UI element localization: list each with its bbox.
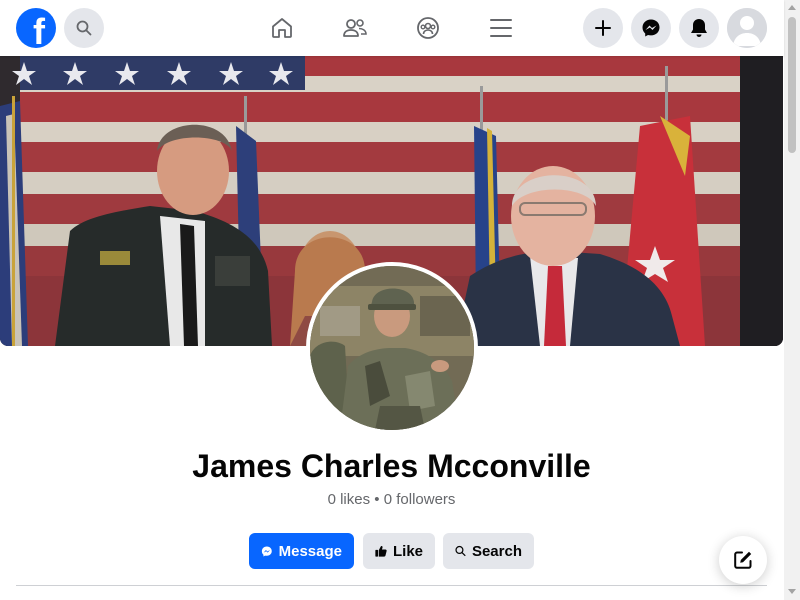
like-button[interactable]: Like — [363, 533, 435, 569]
friends-icon — [343, 19, 367, 37]
search-button-label: Search — [471, 542, 522, 560]
nav-friends[interactable] — [337, 10, 373, 46]
message-button-label: Message — [278, 542, 342, 560]
create-button[interactable] — [583, 8, 623, 48]
search-icon — [455, 545, 466, 557]
message-button[interactable]: Message — [249, 533, 354, 569]
messenger-button[interactable] — [631, 8, 671, 48]
thumbs-up-icon — [375, 546, 387, 557]
home-icon — [272, 18, 292, 38]
stats-separator: • — [374, 491, 380, 508]
page-title: James Charles Mcconville — [192, 448, 591, 484]
top-navigation-bar: f — [0, 0, 784, 56]
plus-icon — [595, 20, 611, 36]
messenger-icon — [642, 19, 660, 37]
section-divider — [16, 585, 767, 586]
like-button-label: Like — [392, 542, 423, 560]
nav-home[interactable] — [264, 10, 300, 46]
profile-picture[interactable] — [306, 262, 478, 434]
nav-menu[interactable] — [483, 10, 519, 46]
profile-photo-image — [310, 266, 474, 430]
page-stats: 0 likes • 0 followers — [0, 491, 783, 508]
search-page-button[interactable]: Search — [443, 533, 534, 569]
messenger-icon — [261, 546, 272, 556]
avatar[interactable] — [727, 8, 767, 48]
bell-icon — [691, 19, 707, 37]
menu-icon — [490, 19, 512, 37]
followers-count[interactable]: 0 followers — [384, 491, 456, 508]
facebook-logo-letter: f — [33, 11, 45, 49]
scroll-up-arrow-icon[interactable] — [788, 5, 796, 10]
facebook-logo[interactable]: f — [16, 8, 56, 48]
search-button[interactable] — [64, 8, 104, 48]
scroll-down-arrow-icon[interactable] — [788, 589, 796, 594]
nav-groups[interactable] — [410, 10, 446, 46]
default-avatar-icon — [727, 8, 767, 48]
new-message-button[interactable] — [719, 536, 767, 584]
scrollbar-thumb[interactable] — [788, 17, 796, 153]
search-icon — [76, 20, 92, 36]
groups-icon — [417, 17, 439, 39]
compose-icon — [734, 551, 752, 569]
page-scrollbar[interactable] — [784, 0, 800, 600]
notifications-button[interactable] — [679, 8, 719, 48]
likes-count[interactable]: 0 likes — [328, 491, 371, 508]
